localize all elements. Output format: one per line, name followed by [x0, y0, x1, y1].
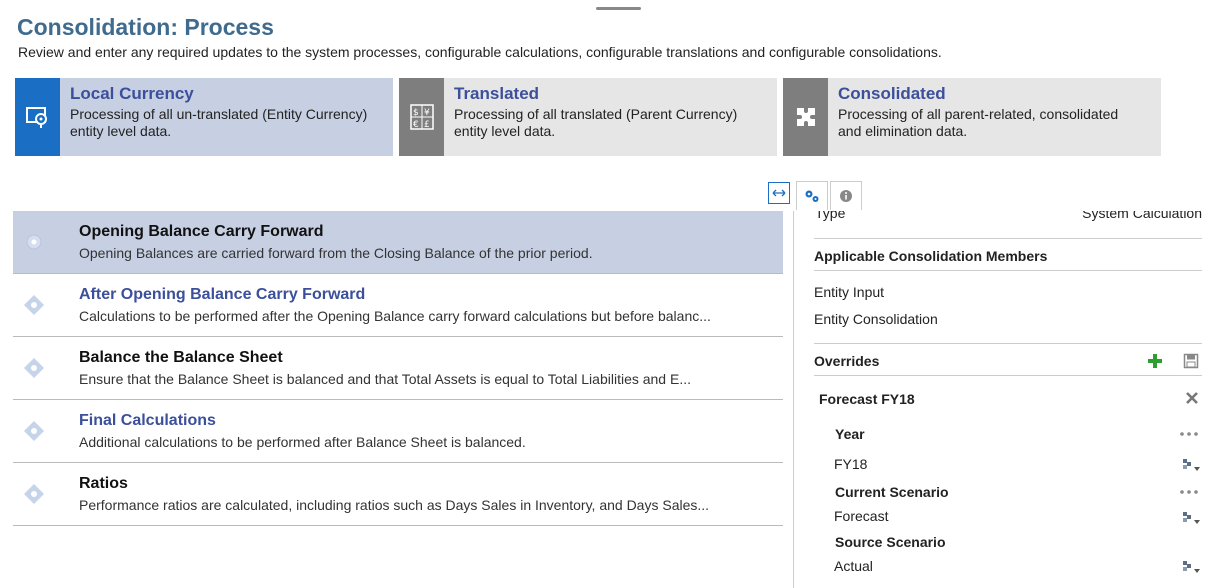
year-more-button[interactable] [1179, 430, 1199, 438]
gear-diamond-icon [24, 484, 44, 504]
list-item-desc: Additional calculations to be performed … [79, 434, 526, 450]
svg-text:£: £ [424, 120, 430, 130]
list-item-title: Ratios [79, 475, 128, 492]
source-scenario-member-selector[interactable] [1180, 558, 1202, 576]
more-dots-icon [1180, 432, 1198, 436]
list-item[interactable]: Opening Balance Carry Forward Opening Ba… [13, 211, 783, 274]
year-value: FY18 [834, 456, 868, 472]
save-icon [1183, 353, 1199, 369]
type-label: Type [815, 211, 846, 221]
list-item-title: Opening Balance Carry Forward [79, 223, 324, 240]
list-item[interactable]: After Opening Balance Carry Forward Calc… [13, 274, 783, 337]
card-local-currency[interactable]: Local Currency Processing of all un-tran… [15, 78, 393, 156]
svg-text:€: € [413, 120, 419, 130]
overrides-header: Overrides [814, 353, 880, 369]
gear-diamond-icon [24, 421, 44, 441]
card-title: Consolidated [838, 84, 946, 103]
expand-arrows-icon [772, 189, 786, 197]
list-item[interactable]: Balance the Balance Sheet Ensure that th… [13, 337, 783, 400]
card-consolidated[interactable]: Consolidated Processing of all parent-re… [783, 78, 1161, 156]
member-selector-icon [1183, 561, 1200, 573]
list-item[interactable]: Ratios Performance ratios are calculated… [13, 463, 783, 526]
source-scenario-label: Source Scenario [835, 534, 946, 550]
members-header: Applicable Consolidation Members [814, 248, 1048, 264]
list-item-desc: Calculations to be performed after the O… [79, 308, 711, 324]
card-desc-line2: and elimination data. [838, 123, 968, 139]
gear-diamond-icon [24, 358, 44, 378]
current-scenario-label: Current Scenario [835, 484, 949, 500]
gears-icon [805, 190, 819, 202]
list-item-desc: Opening Balances are carried forward fro… [79, 245, 593, 261]
card-desc-line1: Processing of all un-translated (Entity … [70, 106, 368, 122]
expand-horizontal-button[interactable] [768, 182, 790, 204]
list-item[interactable]: Final Calculations Additional calculatio… [13, 400, 783, 463]
member-selector-icon [1183, 512, 1200, 524]
list-item-desc: Ensure that the Balance Sheet is balance… [79, 371, 691, 387]
current-scenario-member-selector[interactable] [1180, 509, 1202, 527]
svg-text:$: $ [413, 108, 419, 118]
list-item-desc: Performance ratios are calculated, inclu… [79, 497, 710, 513]
gear-diamond-icon [26, 234, 42, 250]
page-description: Review and enter any required updates to… [18, 44, 942, 60]
card-title: Local Currency [70, 84, 194, 103]
card-desc-line2: entity level data. [70, 123, 172, 139]
currency-exchange-icon: $ ¥ € £ [399, 78, 444, 156]
source-scenario-value: Actual [834, 558, 873, 574]
detail-panel: Type System Calculation Applicable Conso… [793, 211, 1222, 588]
plus-icon [1148, 354, 1162, 368]
member-item: Entity Consolidation [814, 311, 938, 327]
more-dots-icon [1180, 490, 1198, 494]
save-button[interactable] [1182, 352, 1200, 370]
card-translated[interactable]: $ ¥ € £ Translated Processing of all transl… [399, 78, 777, 156]
panel-tabs [768, 181, 862, 211]
card-desc-line1: Processing of all parent-related, consol… [838, 106, 1119, 122]
tab-info[interactable] [830, 181, 862, 210]
current-scenario-value: Forecast [834, 508, 889, 524]
info-icon [840, 190, 852, 202]
card-desc-line1: Processing of all translated (Parent Cur… [454, 106, 738, 122]
list-item-title[interactable]: Final Calculations [79, 412, 216, 430]
add-override-button[interactable] [1146, 352, 1164, 370]
process-list: Opening Balance Carry Forward Opening Ba… [13, 211, 783, 526]
map-pin-icon [15, 78, 60, 156]
svg-text:¥: ¥ [424, 108, 430, 118]
drag-handle[interactable] [596, 7, 641, 10]
tab-settings[interactable] [796, 181, 828, 210]
type-value: System Calculation [1082, 211, 1202, 221]
gear-diamond-icon [24, 295, 44, 315]
member-selector-icon [1183, 459, 1200, 471]
current-scenario-more-button[interactable] [1179, 488, 1199, 496]
year-member-selector[interactable] [1180, 456, 1202, 474]
remove-override-button[interactable] [1184, 390, 1200, 406]
puzzle-icon [783, 78, 828, 156]
close-icon [1186, 392, 1198, 404]
card-desc-line2: entity level data. [454, 123, 556, 139]
override-name: Forecast FY18 [819, 391, 915, 407]
list-item-title[interactable]: After Opening Balance Carry Forward [79, 286, 365, 304]
member-item: Entity Input [814, 284, 885, 300]
year-label: Year [835, 426, 865, 442]
page-title: Consolidation: Process [17, 14, 274, 40]
card-title: Translated [454, 84, 540, 103]
list-item-title: Balance the Balance Sheet [79, 349, 283, 366]
